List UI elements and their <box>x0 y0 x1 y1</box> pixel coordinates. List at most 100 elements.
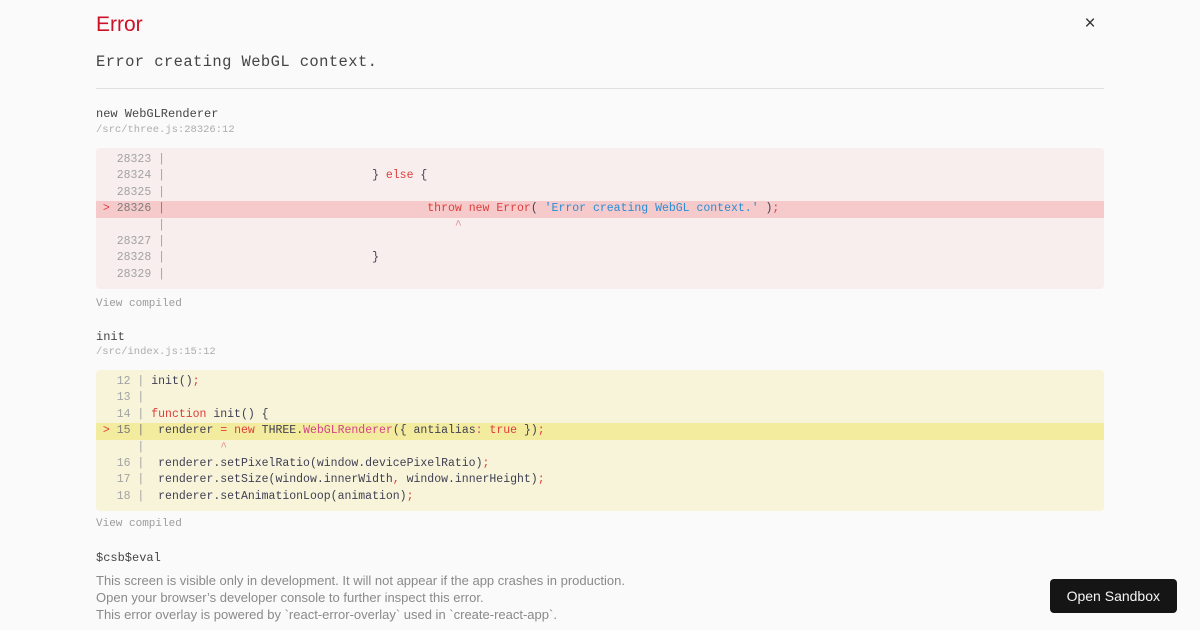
code-line: 12 | init(); <box>96 374 1104 390</box>
code-line: 28328 | } <box>96 250 1104 266</box>
line-marker <box>96 408 117 421</box>
code-token: WebGLRenderer <box>303 424 393 438</box>
stack-frame-function-name: init <box>96 330 125 344</box>
error-line-marker: > <box>96 202 117 216</box>
code-line: 13 | <box>96 390 1104 406</box>
view-compiled-link[interactable]: View compiled <box>96 298 182 310</box>
line-number-gutter: > 28326 | <box>96 202 172 215</box>
code-token: ; <box>537 424 545 438</box>
stack-frame-file-path: /src/index.js:15:12 <box>96 346 216 358</box>
code-line: 18 | renderer.setAnimationLoop(animation… <box>96 489 1104 505</box>
code-line-highlighted: > 28326 | throw new Error( 'Error creati… <box>96 201 1104 218</box>
line-number: 18 | <box>116 489 152 503</box>
code-token: : <box>475 424 483 438</box>
code-token: ) <box>758 202 773 216</box>
line-number-gutter: 28329 | <box>96 268 172 281</box>
header-divider <box>96 88 1104 89</box>
code-token: ({ antialias <box>392 424 476 438</box>
code-line: 16 | renderer.setPixelRatio(window.devic… <box>96 456 1104 472</box>
line-marker <box>96 169 117 182</box>
code-token: renderer <box>151 424 221 438</box>
line-marker <box>96 186 117 199</box>
line-number: 28327 | <box>116 234 172 248</box>
code-token: , <box>392 473 400 487</box>
line-number: 16 | <box>116 456 152 470</box>
code-line: 28323 | <box>96 152 1104 168</box>
open-sandbox-button[interactable]: Open Sandbox <box>1049 579 1177 613</box>
code-token: 'Error creating WebGL context.' <box>544 202 759 216</box>
line-marker <box>96 473 117 486</box>
code-frame-webglrenderer: 28323 | 28324 | } else { 28325 | > 28326… <box>96 148 1104 289</box>
error-line-marker: > <box>96 424 117 438</box>
code-line: 17 | renderer.setSize(window.innerWidth,… <box>96 472 1104 488</box>
stack-frame-file-path: /src/three.js:28326:12 <box>96 124 235 136</box>
code-line: 28325 | <box>96 185 1104 201</box>
line-number: | <box>116 218 172 232</box>
code-token: THREE. <box>254 424 304 438</box>
line-number-gutter: 14 | <box>96 408 151 421</box>
code-token: ; <box>192 375 200 388</box>
error-message: Error creating WebGL context. <box>96 53 378 71</box>
code-line: 14 | function init() { <box>96 407 1104 423</box>
code-line-highlighted: > 15 | renderer = new THREE.WebGLRendere… <box>96 423 1104 440</box>
code-line: 28327 | <box>96 234 1104 250</box>
code-token: renderer.setSize(window.innerWidth <box>151 473 393 487</box>
code-token: ; <box>537 473 545 487</box>
line-number: 28324 | <box>116 169 172 183</box>
code-token: function <box>151 407 207 421</box>
code-token: renderer.setPixelRatio(window.devicePixe… <box>151 456 483 470</box>
column-caret: ^ <box>220 440 228 454</box>
code-token: window.innerHeight) <box>399 473 538 487</box>
code-token: ; <box>482 456 490 470</box>
line-number-gutter: 16 | <box>96 457 151 470</box>
overlay-footer: This screen is visible only in developme… <box>96 573 996 623</box>
code-token: } <box>171 169 386 183</box>
line-number-gutter: | <box>96 441 151 454</box>
line-number: 28329 | <box>116 267 172 281</box>
code-line: | ^ <box>96 440 1104 456</box>
code-token: init() { <box>206 407 269 421</box>
code-token: throw <box>427 202 462 216</box>
line-number-gutter: 18 | <box>96 490 151 503</box>
line-marker <box>96 457 117 470</box>
code-token: true <box>489 424 518 438</box>
code-frame-init: 12 | init(); 13 | 14 | function init() {… <box>96 370 1104 511</box>
code-line: 28324 | } else { <box>96 168 1104 184</box>
line-number: 28326 | <box>116 202 172 216</box>
line-marker <box>96 251 117 264</box>
code-token: else <box>385 169 414 183</box>
code-token: ; <box>772 202 780 216</box>
column-caret: ^ <box>454 218 462 232</box>
code-token: ; <box>406 489 414 503</box>
code-token: renderer.setAnimationLoop(animation) <box>151 489 407 503</box>
code-token: ( <box>530 202 545 216</box>
line-marker <box>96 153 117 166</box>
code-token: { <box>413 169 428 183</box>
line-number-gutter: > 15 | <box>96 424 151 437</box>
code-token: new <box>234 424 255 438</box>
line-number-gutter: 28325 | <box>96 186 172 199</box>
error-overlay-title: Error <box>96 13 143 36</box>
stack-frame-function-name: new WebGLRenderer <box>96 107 219 121</box>
line-number-gutter: 12 | <box>96 375 151 388</box>
stack-frame-eval: $csb$eval <box>96 551 161 565</box>
line-marker <box>96 490 117 503</box>
line-number-gutter: 28327 | <box>96 235 172 248</box>
code-token: init() <box>151 375 193 388</box>
line-number-gutter: 28323 | <box>96 153 172 166</box>
line-number: 17 | <box>116 473 152 487</box>
line-number-gutter: 17 | <box>96 473 151 486</box>
line-number-gutter: | <box>96 219 172 232</box>
code-line: | ^ <box>96 218 1104 234</box>
line-marker <box>96 268 117 281</box>
line-number: 28325 | <box>116 185 172 199</box>
close-icon[interactable]: × <box>1076 10 1104 38</box>
line-number: 15 | <box>116 424 152 438</box>
view-compiled-link[interactable]: View compiled <box>96 518 182 530</box>
code-token: new <box>468 202 490 216</box>
code-token: }) <box>517 424 538 438</box>
line-number: 12 | <box>116 375 152 388</box>
